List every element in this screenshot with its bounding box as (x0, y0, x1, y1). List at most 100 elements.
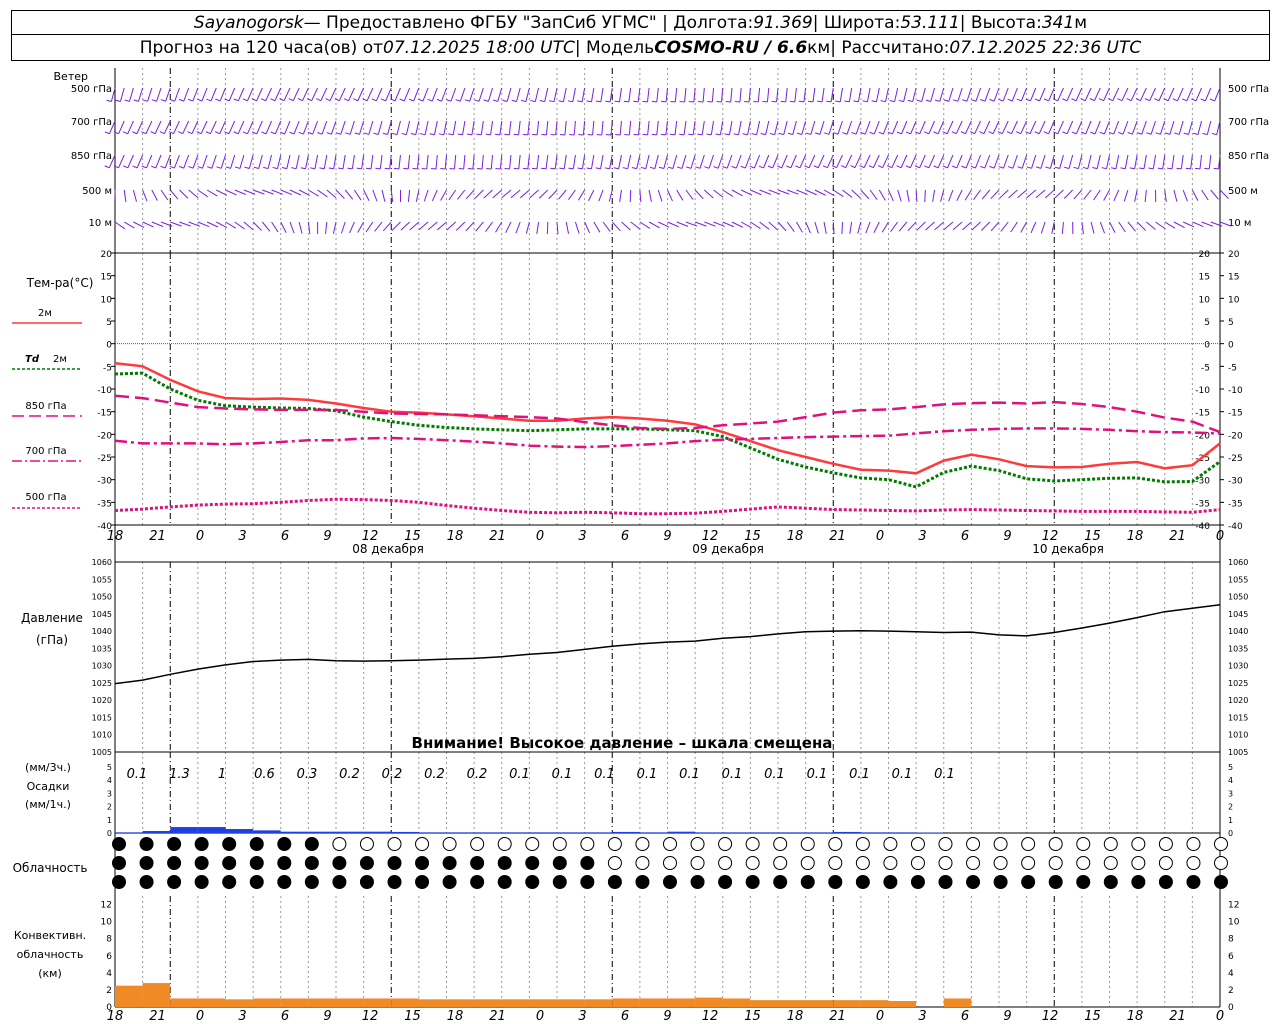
wind-barb (197, 189, 209, 198)
wind-barb (1000, 221, 1009, 232)
wind-barb-feather (401, 132, 407, 136)
wind-barb-shaft (1106, 154, 1110, 169)
wind-barb (448, 120, 457, 136)
temp-tick-left-inner: 15 (1199, 273, 1210, 283)
cloud-symbol (800, 875, 815, 889)
wind-barb-shaft (1150, 120, 1157, 135)
hour-label-bottom: 6 (961, 1009, 969, 1024)
wind-barb-feather (363, 132, 370, 135)
wind-barb-feather (289, 131, 295, 135)
wind-barb-shaft (151, 221, 164, 227)
wind-barb (440, 189, 447, 201)
wind-barb-shaft (894, 87, 899, 102)
wind-barb-feather (520, 99, 527, 103)
wind-barb-shaft (962, 221, 972, 231)
wind-barb-feather (335, 132, 341, 135)
pressure-tick-right: 1015 (1228, 713, 1248, 722)
wind-barb (541, 120, 549, 136)
pressure-tick-left: 1055 (92, 575, 112, 584)
wind-barb (511, 87, 521, 103)
wind-barb-shaft (151, 189, 158, 201)
wind-barb-shaft (427, 221, 438, 231)
wind-barb-feather (658, 166, 665, 170)
wind-barb-feather (622, 167, 628, 170)
cloud-symbol (607, 875, 622, 889)
wind-barb-feather (380, 98, 386, 102)
wind-barb (860, 120, 871, 135)
wind-barb-shaft (1103, 120, 1110, 135)
wind-barb (409, 221, 420, 231)
wind-barb-feather (924, 131, 930, 135)
hour-label-bottom: 18 (787, 1009, 804, 1024)
wind-barb-shaft (351, 154, 355, 169)
wind-barb (679, 87, 687, 103)
wind-barb-shaft (183, 87, 190, 102)
cloud-symbol (910, 875, 925, 889)
wind-barb (504, 120, 512, 136)
wind-barb (494, 120, 503, 136)
wind-barb-feather (1101, 167, 1107, 170)
cloud-symbol (387, 837, 402, 851)
wind-barb (731, 189, 743, 197)
wind-barb-feather (485, 133, 491, 136)
cloud-symbol (194, 856, 209, 870)
wind-barb (464, 87, 475, 102)
wind-barb (1155, 120, 1166, 135)
hour-label-mid: 0 (876, 529, 884, 544)
wind-barb (1036, 154, 1046, 169)
wind-barb-feather (492, 99, 498, 102)
wind-barb-feather (353, 98, 359, 102)
wind-barb-feather (142, 99, 148, 102)
wind-barb-shaft (545, 120, 549, 135)
conv-bar (805, 1000, 834, 1007)
wind-barb-shaft (443, 120, 447, 135)
precip-bar (805, 832, 834, 833)
temp-tick-left: 20 (101, 250, 113, 260)
wind-barb (877, 154, 889, 169)
hour-label-bottom: 9 (663, 1009, 671, 1024)
precip-tick-right: 1 (1228, 816, 1233, 825)
wind-barb (980, 221, 991, 231)
wind-barb-shaft (332, 221, 337, 234)
conv-bar (115, 985, 143, 1007)
temp-tick-right: -5 (1228, 363, 1237, 373)
wind-barb-feather (418, 98, 424, 102)
wind-barb-shaft (628, 120, 632, 135)
wind-barb-shaft (349, 221, 355, 234)
precip-bar (860, 832, 889, 833)
wind-barb (943, 221, 954, 231)
wind-barb-shaft (990, 189, 1000, 200)
wind-barb-shaft (1002, 87, 1009, 102)
wind-barb-shaft (948, 87, 954, 102)
wind-barb-feather (971, 99, 977, 102)
wind-barb-shaft (943, 221, 954, 231)
wind-barb (639, 221, 651, 229)
precip-bar (170, 827, 198, 833)
conv-tick-left: 8 (106, 935, 112, 945)
hour-label-mid: 6 (621, 529, 629, 544)
wind-barb-feather (952, 99, 959, 102)
wind-barb-shaft (973, 189, 981, 200)
wind-barb-shaft (1180, 154, 1184, 169)
precip-bar (308, 831, 336, 833)
cloud-symbol (1048, 856, 1063, 870)
wind-barb-feather (457, 133, 463, 136)
hour-label-mid: 21 (829, 529, 846, 544)
cloud-symbol (580, 875, 595, 889)
wind-level-label-left: 500 м (82, 186, 112, 197)
wind-barb-shaft (142, 189, 148, 202)
wind-barb-shaft (325, 221, 328, 234)
wind-barb-shaft (846, 120, 853, 135)
wind-barb (1193, 120, 1203, 136)
wind-barb-feather (197, 98, 203, 102)
wind-barb-feather (197, 166, 203, 169)
wind-barb (374, 221, 383, 232)
wind-barb-feather (178, 165, 184, 169)
conv-tick-right: 6 (1228, 952, 1234, 962)
wind-barb (934, 87, 945, 102)
wind-barb (1183, 120, 1193, 135)
wind-barb-shaft (1017, 189, 1027, 199)
wind-barb (896, 120, 908, 135)
wind-barb (1020, 221, 1028, 233)
wind-barb (595, 87, 604, 103)
